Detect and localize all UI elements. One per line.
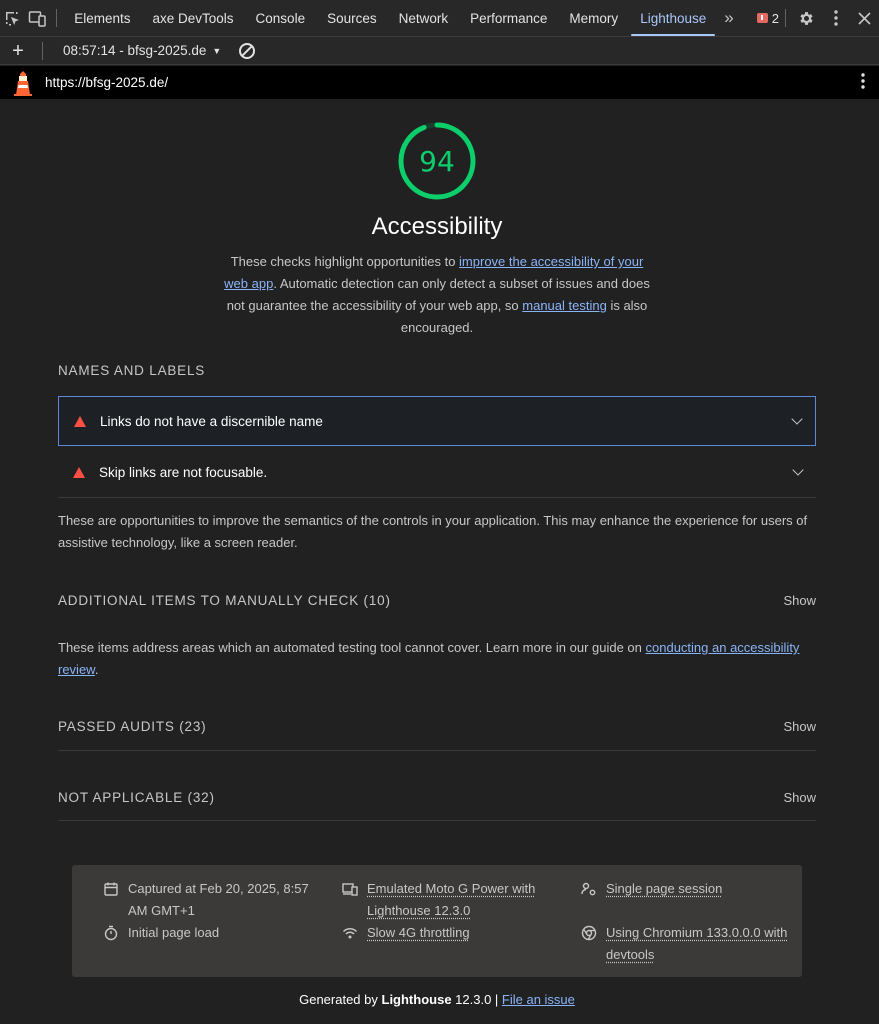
report-selector[interactable]: 08:57:14 - bfsg-2025.de ▼ bbox=[63, 43, 221, 58]
tab-axe-devtools[interactable]: axe DevTools bbox=[142, 0, 245, 37]
manual-testing-link[interactable]: manual testing bbox=[522, 298, 607, 313]
issues-count: 2 bbox=[771, 10, 779, 26]
calendar-icon bbox=[104, 882, 118, 896]
tab-performance[interactable]: Performance bbox=[459, 0, 558, 37]
meta-captured: Captured at Feb 20, 2025, 8:57 AM GMT+1 bbox=[103, 878, 313, 922]
toolbar-separator bbox=[42, 41, 43, 60]
meta-session[interactable]: Single page session bbox=[581, 878, 791, 900]
timer-icon bbox=[104, 925, 118, 941]
not-applicable-header[interactable]: NOT APPLICABLE (32) Show bbox=[58, 787, 816, 807]
devices-icon bbox=[342, 883, 358, 896]
tab-network[interactable]: Network bbox=[388, 0, 460, 37]
tab-lighthouse[interactable]: Lighthouse bbox=[629, 0, 717, 37]
file-an-issue-link[interactable]: File an issue bbox=[502, 992, 575, 1007]
report-url-bar: https://bfsg-2025.de/ bbox=[0, 66, 879, 99]
score-value: 94 bbox=[419, 144, 455, 178]
passed-audits-header[interactable]: PASSED AUDITS (23) Show bbox=[58, 716, 816, 736]
fail-triangle-icon bbox=[73, 466, 85, 478]
fail-triangle-icon bbox=[74, 415, 86, 427]
settings-gear-icon[interactable] bbox=[792, 0, 821, 37]
new-report-icon[interactable]: + bbox=[0, 41, 36, 61]
inspect-element-icon[interactable] bbox=[0, 0, 25, 37]
audit-title: Links do not have a discernible name bbox=[100, 413, 323, 429]
lighthouse-logo-icon bbox=[12, 70, 34, 96]
meta-device[interactable]: Emulated Moto G Power with Lighthouse 12… bbox=[342, 878, 552, 922]
clump-title: NOT APPLICABLE (32) bbox=[58, 789, 215, 805]
more-tabs-icon[interactable]: » bbox=[717, 0, 741, 37]
report-url: https://bfsg-2025.de/ bbox=[45, 75, 169, 90]
toolbar-separator bbox=[785, 9, 786, 27]
report-selector-label: 08:57:14 - bfsg-2025.de bbox=[63, 43, 207, 58]
divider bbox=[58, 820, 816, 821]
chevron-down-icon bbox=[791, 413, 803, 425]
lighthouse-toolbar: + 08:57:14 - bfsg-2025.de ▼ bbox=[0, 37, 879, 65]
group-names-and-labels-title: NAMES AND LABELS bbox=[58, 363, 206, 378]
category-description: These checks highlight opportunities to … bbox=[224, 254, 650, 335]
clear-reports-icon[interactable] bbox=[239, 42, 256, 59]
issue-icon bbox=[756, 13, 768, 23]
audit-skip-link[interactable]: Skip links are not focusable. bbox=[58, 447, 816, 497]
caret-down-icon: ▼ bbox=[212, 45, 222, 56]
tab-memory[interactable]: Memory bbox=[558, 0, 629, 37]
audit-link-name[interactable]: Links do not have a discernible name bbox=[58, 396, 816, 446]
generated-by-footer: Generated by Lighthouse 12.3.0 | File an… bbox=[299, 992, 575, 1007]
issues-counter[interactable]: 2 bbox=[756, 10, 779, 26]
divider bbox=[58, 750, 816, 751]
chrome-icon bbox=[581, 925, 597, 941]
wifi-icon bbox=[342, 927, 358, 939]
show-manual-button[interactable]: Show bbox=[783, 593, 816, 608]
show-passed-button[interactable]: Show bbox=[783, 719, 816, 734]
person-pin-icon bbox=[581, 882, 596, 896]
close-icon[interactable] bbox=[850, 0, 879, 37]
lighthouse-report: 94 Accessibility These checks highlight … bbox=[0, 99, 879, 1024]
meta-browser[interactable]: Using Chromium 133.0.0.0 with devtools bbox=[581, 922, 791, 966]
tab-elements[interactable]: Elements bbox=[63, 0, 141, 37]
meta-throttle[interactable]: Slow 4G throttling bbox=[342, 922, 552, 944]
devtools-tab-bar: Elements axe DevTools Console Sources Ne… bbox=[0, 0, 879, 37]
clump-title: PASSED AUDITS (23) bbox=[58, 718, 207, 734]
audit-title: Skip links are not focusable. bbox=[99, 464, 268, 480]
meta-load: Initial page load bbox=[103, 922, 313, 944]
device-toolbar-icon[interactable] bbox=[25, 0, 50, 37]
group-description: These are opportunities to improve the s… bbox=[58, 513, 808, 550]
toolbar-separator bbox=[56, 9, 58, 27]
category-title: Accessibility bbox=[371, 213, 503, 240]
tab-console[interactable]: Console bbox=[245, 0, 317, 37]
tab-sources[interactable]: Sources bbox=[316, 0, 388, 37]
run-metadata-panel: Captured at Feb 20, 2025, 8:57 AM GMT+1 … bbox=[72, 865, 802, 977]
report-menu-icon[interactable] bbox=[861, 72, 865, 93]
manual-description: These items address areas which an autom… bbox=[58, 640, 800, 677]
manual-checks-header[interactable]: ADDITIONAL ITEMS TO MANUALLY CHECK (10) … bbox=[58, 590, 816, 610]
clump-title: ADDITIONAL ITEMS TO MANUALLY CHECK (10) bbox=[58, 592, 391, 608]
show-not-applicable-button[interactable]: Show bbox=[783, 790, 816, 805]
chevron-down-icon bbox=[792, 464, 804, 476]
customize-menu-icon[interactable] bbox=[821, 0, 850, 37]
divider bbox=[58, 497, 816, 498]
